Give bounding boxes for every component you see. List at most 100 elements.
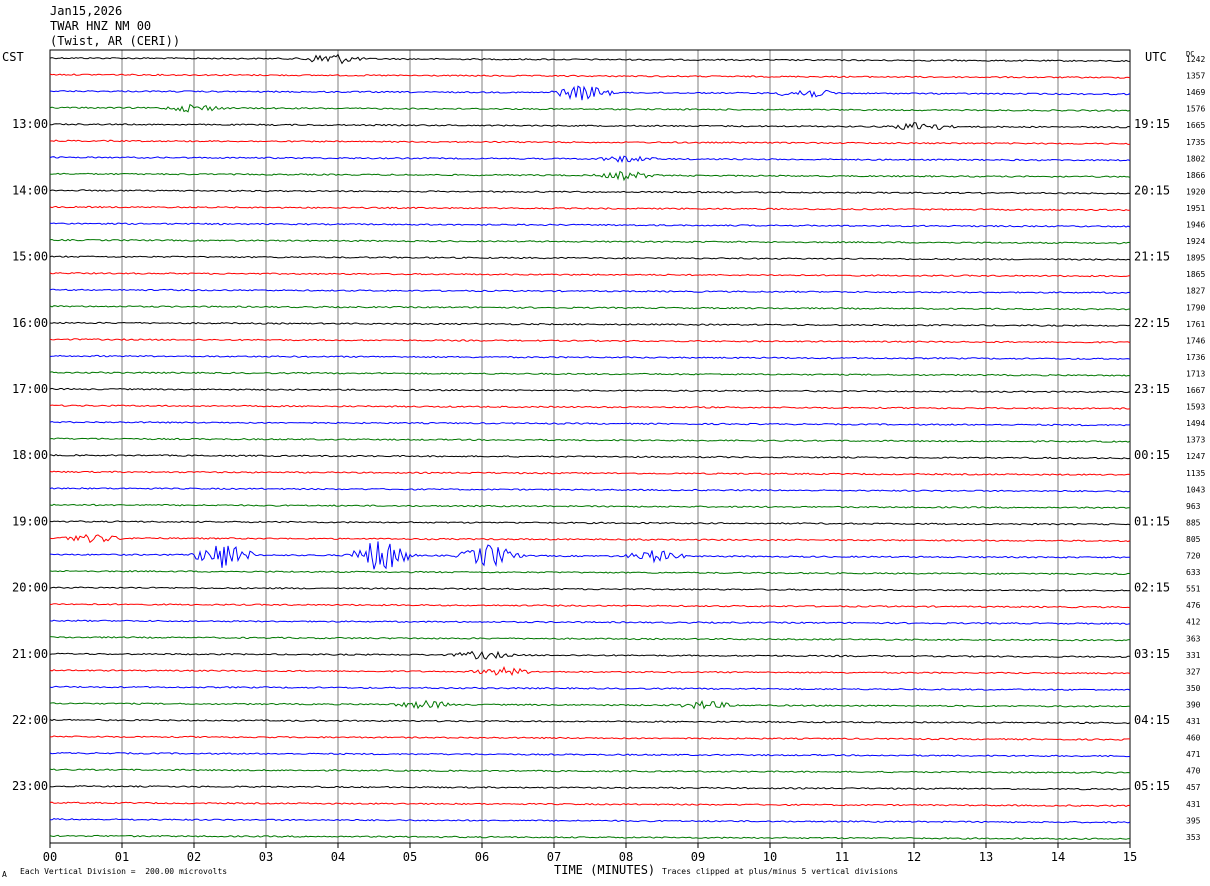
- cst-hour-label: 18:00: [12, 448, 48, 462]
- dc-offset-label: 1761: [1186, 320, 1205, 329]
- utc-hour-label: 19:15: [1134, 117, 1170, 131]
- trace-row-35: [49, 636, 1131, 642]
- trace-row-1: [49, 73, 1131, 79]
- x-tick-label-09: 09: [691, 850, 705, 864]
- dc-offset-label: 470: [1186, 767, 1201, 776]
- helicorder-chart: 00 01 02 03 04 05 06 07 08 09 10 11 12 13 14 15 1242 1357…: [12, 49, 1205, 864]
- trace-row-38: [49, 685, 1131, 691]
- trace-row-17: [49, 338, 1131, 344]
- trace-row-14: [49, 288, 1131, 294]
- dc-offset-label: 1866: [1186, 171, 1205, 180]
- x-tick-label-02: 02: [187, 850, 201, 864]
- dc-offset-label: 331: [1186, 651, 1201, 660]
- trace-row-8: [49, 189, 1131, 195]
- trace-row-47: [49, 834, 1131, 840]
- trace-row-32: [49, 586, 1131, 592]
- cst-hour-label: 14:00: [12, 183, 48, 197]
- utc-hour-label: 23:15: [1134, 382, 1170, 396]
- cst-hour-label: 13:00: [12, 117, 48, 131]
- trace-row-25: [49, 470, 1131, 476]
- trace-row-37: [49, 665, 1131, 677]
- x-tick-label-13: 13: [979, 850, 993, 864]
- dc-offset-label: 1576: [1186, 105, 1205, 114]
- utc-hour-label: 22:15: [1134, 316, 1170, 330]
- trace-row-45: [49, 801, 1131, 807]
- dc-offset-label: 1802: [1186, 154, 1205, 163]
- x-tick-label-14: 14: [1051, 850, 1065, 864]
- trace-row-5: [49, 139, 1131, 145]
- trace-row-46: [49, 818, 1131, 824]
- trace-row-24: [49, 454, 1131, 460]
- dc-offset-label: 1746: [1186, 336, 1205, 345]
- trace-row-26: [49, 487, 1131, 493]
- dc-offset-label: 1827: [1186, 287, 1205, 296]
- trace-row-3: [49, 103, 1131, 113]
- trace-row-13: [49, 272, 1131, 278]
- dc-offset-label: 1895: [1186, 254, 1205, 263]
- dc-offset-label: 476: [1186, 601, 1201, 610]
- corner-mark: A: [2, 870, 7, 879]
- trace-row-39: [49, 699, 1130, 710]
- dc-offset-label: 1736: [1186, 353, 1205, 362]
- utc-hour-label: 20:15: [1134, 183, 1170, 197]
- dc-offset-label: 1135: [1186, 469, 1205, 478]
- dc-offset-label: 431: [1186, 800, 1201, 809]
- trace-row-10: [49, 222, 1131, 228]
- utc-hour-label: 03:15: [1134, 647, 1170, 661]
- trace-row-36: [49, 650, 1131, 660]
- dc-offset-label: 350: [1186, 684, 1201, 693]
- trace-row-22: [49, 420, 1131, 427]
- cst-hour-label: 15:00: [12, 250, 48, 264]
- x-tick-label-01: 01: [115, 850, 129, 864]
- trace-row-23: [49, 437, 1131, 443]
- cst-hour-label: 16:00: [12, 316, 48, 330]
- dc-offset-label: 633: [1186, 568, 1201, 577]
- cst-hour-label: 19:00: [12, 514, 48, 528]
- x-tick-label-15: 15: [1123, 850, 1137, 864]
- trace-row-30: [49, 541, 1131, 570]
- dc-offset-label: 390: [1186, 700, 1201, 709]
- dc-offset-label: 1790: [1186, 303, 1205, 312]
- x-axis-label: TIME (MINUTES): [554, 863, 656, 877]
- trace-row-33: [49, 603, 1131, 609]
- dc-offset-label: 720: [1186, 552, 1201, 561]
- trace-row-41: [49, 735, 1130, 741]
- trace-row-43: [49, 768, 1131, 774]
- x-tick-label-05: 05: [403, 850, 417, 864]
- dc-offset-label: 395: [1186, 816, 1201, 825]
- dc-offset-label: 1469: [1186, 88, 1205, 97]
- utc-hour-label: 00:15: [1134, 448, 1170, 462]
- trace-row-15: [49, 305, 1131, 311]
- cst-hour-label: 17:00: [12, 382, 48, 396]
- dc-offset-label: 353: [1186, 833, 1201, 842]
- trace-row-21: [49, 404, 1131, 410]
- utc-hour-label: 02:15: [1134, 581, 1170, 595]
- trace-row-20: [49, 387, 1131, 394]
- cst-hour-label: 23:00: [12, 779, 48, 793]
- dc-offset-label: 1373: [1186, 436, 1205, 445]
- trace-row-31: [49, 569, 1131, 576]
- trace-row-2: [49, 85, 1131, 101]
- dc-offset-label: 1865: [1186, 270, 1205, 279]
- dc-offset-label: 1713: [1186, 369, 1205, 378]
- dc-offset-label: 363: [1186, 634, 1201, 643]
- dc-offset-label: 963: [1186, 502, 1201, 511]
- dc-offset-label: 885: [1186, 518, 1201, 527]
- trace-row-34: [49, 619, 1131, 625]
- x-tick-label-06: 06: [475, 850, 489, 864]
- dc-offset-label: 1242: [1186, 55, 1205, 64]
- x-tick-label-00: 00: [43, 850, 57, 864]
- trace-row-40: [49, 718, 1131, 725]
- cst-hour-label: 22:00: [12, 713, 48, 727]
- x-tick-label-10: 10: [763, 850, 777, 864]
- dc-offset-label: 1357: [1186, 72, 1205, 81]
- trace-row-19: [49, 371, 1131, 377]
- dc-offset-label: 327: [1186, 667, 1201, 676]
- trace-row-42: [49, 751, 1131, 758]
- dc-offset-label: 457: [1186, 783, 1201, 792]
- dc-offset-label: 431: [1186, 717, 1201, 726]
- scale-note: Each Vertical Division = 200.00 microvol…: [20, 867, 228, 876]
- plot-frame: [49, 49, 1131, 844]
- trace-row-44: [49, 785, 1130, 791]
- x-tick-label-03: 03: [259, 850, 273, 864]
